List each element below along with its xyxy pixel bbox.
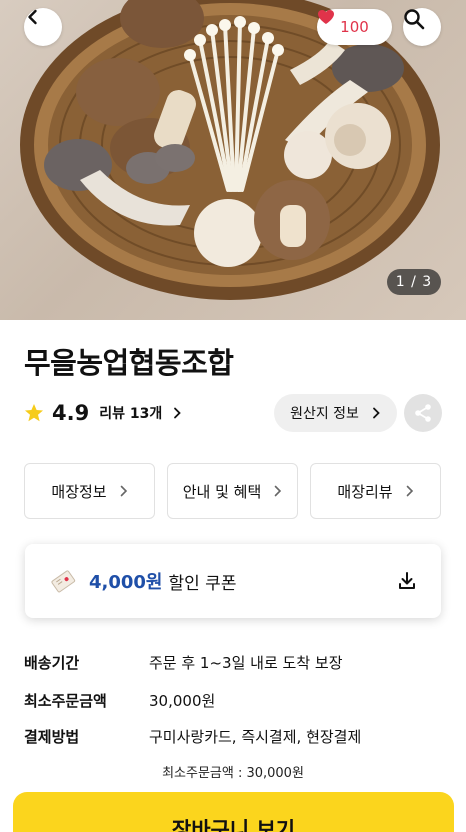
coupon-amount: 4,000원 bbox=[89, 572, 163, 593]
chevron-right-icon bbox=[174, 407, 181, 419]
view-cart-button[interactable]: 장바구니 보기 bbox=[13, 792, 454, 832]
chevron-right-icon bbox=[274, 485, 282, 497]
tab-label: 매장리뷰 bbox=[337, 482, 393, 501]
rating-value: 4.9 bbox=[52, 401, 90, 425]
back-button[interactable] bbox=[24, 8, 62, 46]
tab-store-reviews[interactable]: 매장리뷰 bbox=[310, 463, 441, 519]
min-order-note: 최소주문금액 : 30,000원 bbox=[162, 766, 304, 781]
coupon-label: 할인 쿠폰 bbox=[168, 573, 237, 594]
tab-store-info[interactable]: 매장정보 bbox=[24, 463, 155, 519]
tab-guide-benefits[interactable]: 안내 및 혜택 bbox=[167, 463, 298, 519]
payment-method-label: 결제방법 bbox=[24, 728, 80, 746]
min-order-label: 최소주문금액 bbox=[24, 692, 107, 710]
origin-info-button[interactable]: 원산지 정보 bbox=[274, 394, 397, 432]
tab-label: 매장정보 bbox=[51, 482, 107, 501]
tab-label: 안내 및 혜택 bbox=[182, 482, 262, 501]
payment-method-value: 구미사랑카드, 즉시결제, 현장결제 bbox=[149, 728, 362, 746]
image-pager: 1 / 3 bbox=[387, 269, 441, 295]
like-button[interactable]: 100 bbox=[317, 9, 392, 45]
download-icon bbox=[399, 572, 415, 589]
heart-icon bbox=[318, 10, 334, 24]
like-count: 100 bbox=[340, 18, 369, 36]
review-count: 리뷰 13개 bbox=[99, 406, 163, 422]
share-button[interactable] bbox=[404, 394, 442, 432]
delivery-period-label: 배송기간 bbox=[24, 654, 80, 672]
delivery-period-value: 주문 후 1~3일 내로 도착 보장 bbox=[149, 654, 343, 672]
chevron-right-icon bbox=[406, 485, 413, 497]
store-page: 100 1 / 3 무을농업협동조합 4.9 리뷰 13개 원산지 정보 매장정… bbox=[0, 0, 466, 832]
store-name: 무을농업협동조합 bbox=[24, 346, 234, 380]
discount-coupon[interactable]: 4,000원 할인 쿠폰 bbox=[25, 544, 441, 618]
chevron-right-icon bbox=[120, 485, 127, 497]
chevron-right-icon bbox=[373, 407, 380, 419]
rating-row[interactable]: 4.9 리뷰 13개 bbox=[24, 398, 182, 428]
origin-info-label: 원산지 정보 bbox=[290, 406, 359, 422]
coupon-ticket-icon bbox=[51, 570, 76, 593]
chevron-left-icon bbox=[28, 9, 37, 25]
hero-image[interactable]: 100 1 / 3 bbox=[0, 0, 466, 320]
search-button[interactable] bbox=[403, 8, 441, 46]
min-order-value: 30,000원 bbox=[149, 692, 216, 710]
coupon-download-button[interactable] bbox=[397, 571, 417, 591]
search-icon bbox=[404, 9, 425, 30]
share-icon bbox=[415, 404, 431, 422]
star-icon bbox=[25, 404, 43, 422]
view-cart-label: 장바구니 보기 bbox=[171, 818, 296, 832]
